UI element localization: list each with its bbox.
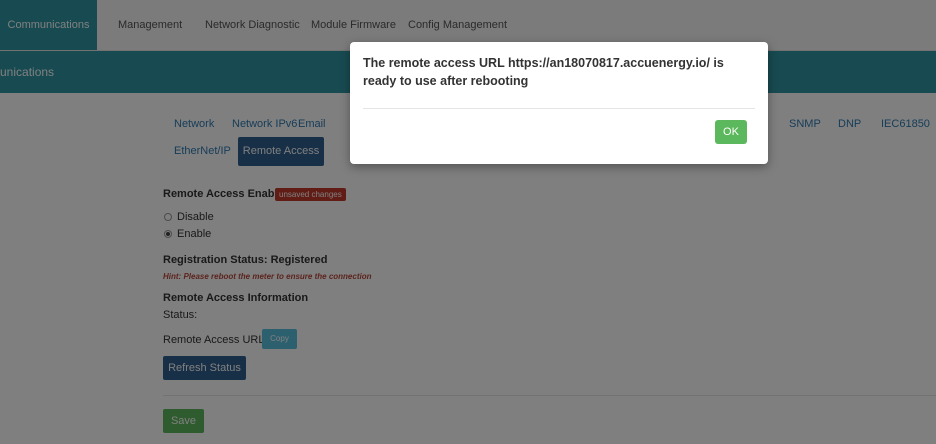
- reboot-notice-dialog: The remote access URL https://an18070817…: [350, 42, 768, 164]
- dialog-divider: [363, 108, 755, 109]
- dialog-message: The remote access URL https://an18070817…: [363, 56, 724, 88]
- ok-button[interactable]: OK: [715, 120, 747, 144]
